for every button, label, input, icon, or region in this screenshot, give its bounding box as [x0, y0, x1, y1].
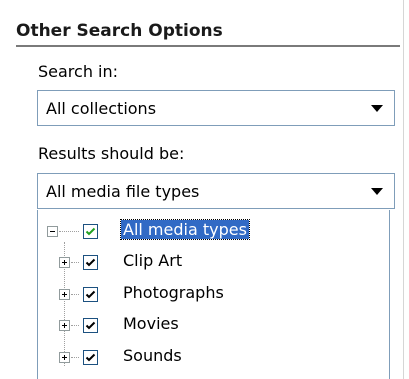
results-dropdown[interactable]: All media file types	[37, 173, 395, 209]
checkmark-icon	[85, 258, 96, 267]
tree-label-photographs[interactable]: Photographs	[123, 283, 224, 302]
results-dropdown-button[interactable]	[359, 174, 394, 208]
checkbox-clip-art[interactable]	[83, 255, 98, 270]
checkbox-all-media-types[interactable]	[83, 224, 98, 239]
tree-item-photographs[interactable]: Photographs	[38, 283, 388, 307]
results-value: All media file types	[46, 182, 200, 201]
checkmark-icon	[85, 321, 96, 330]
expand-icon[interactable]	[59, 257, 70, 268]
expand-icon[interactable]	[59, 289, 70, 300]
tree-label-all-media-types[interactable]: All media types	[120, 219, 250, 240]
search-in-dropdown[interactable]: All collections	[37, 90, 395, 126]
checkmark-icon	[85, 353, 96, 362]
checkmark-icon	[85, 227, 96, 236]
media-types-tree[interactable]: All media types Clip Art Photographs Mov…	[37, 210, 390, 379]
tree-connector	[71, 357, 79, 358]
collapse-icon[interactable]	[47, 226, 58, 237]
tree-connector	[59, 231, 79, 232]
tree-item-movies[interactable]: Movies	[38, 314, 388, 338]
chevron-down-icon	[371, 105, 383, 112]
checkbox-sounds[interactable]	[83, 350, 98, 365]
section-divider	[16, 45, 400, 47]
tree-connector	[71, 325, 79, 326]
chevron-down-icon	[371, 188, 383, 195]
results-label: Results should be:	[38, 144, 185, 163]
tree-connector	[71, 294, 79, 295]
tree-item-clip-art[interactable]: Clip Art	[38, 251, 388, 275]
search-in-dropdown-button[interactable]	[359, 91, 394, 125]
expand-icon[interactable]	[59, 352, 70, 363]
tree-item-sounds[interactable]: Sounds	[38, 346, 388, 370]
tree-label-movies[interactable]: Movies	[123, 314, 179, 333]
checkbox-movies[interactable]	[83, 318, 98, 333]
search-in-label: Search in:	[38, 62, 119, 81]
tree-root-row[interactable]: All media types	[38, 219, 388, 244]
search-in-value: All collections	[46, 99, 157, 118]
tree-connector	[71, 262, 79, 263]
expand-icon[interactable]	[59, 320, 70, 331]
tree-label-clip-art[interactable]: Clip Art	[123, 251, 182, 270]
tree-label-sounds[interactable]: Sounds	[123, 346, 182, 365]
section-title: Other Search Options	[16, 21, 223, 41]
panel-right-edge	[403, 0, 404, 379]
checkbox-photographs[interactable]	[83, 287, 98, 302]
checkmark-icon	[85, 290, 96, 299]
